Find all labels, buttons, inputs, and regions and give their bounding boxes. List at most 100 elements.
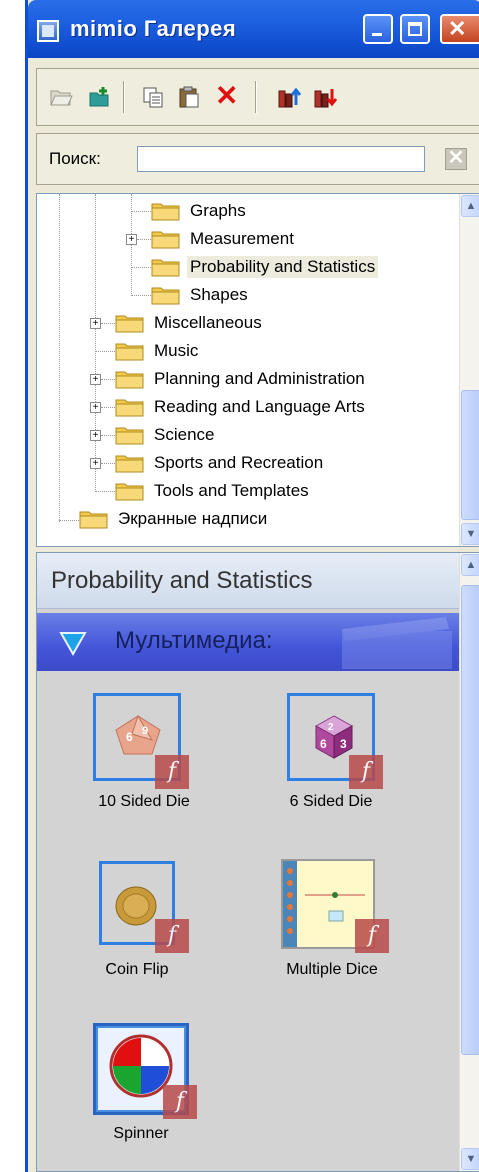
tree-item-label: Music [154, 341, 199, 360]
clear-search-button[interactable]: ✕ [445, 148, 467, 170]
tree-item-label: Measurement [190, 229, 294, 248]
scroll-down-button[interactable]: ▼ [461, 1148, 479, 1170]
tree-item-music[interactable]: Music [115, 338, 201, 364]
category-header: Probability and Statistics [37, 553, 459, 609]
gallery-item-coin-flip[interactable]: f Coin Flip [77, 861, 197, 981]
svg-text:6: 6 [320, 737, 327, 751]
chevron-up-icon: ▲ [465, 200, 477, 212]
flash-badge-icon: f [155, 919, 189, 953]
folder-icon [115, 343, 144, 361]
tree-item-planning-and-administration[interactable]: Planning and Administration [115, 366, 368, 392]
search-label: Поиск: [49, 149, 101, 168]
gallery-pane: Probability and Statistics Мультимедиа: … [36, 552, 479, 1172]
folder-icon [115, 399, 144, 417]
toolbar-separator [123, 81, 125, 113]
tree-item-sports-and-recreation[interactable]: Sports and Recreation [115, 450, 326, 476]
gallery-window: mimio Галерея ✕ ✕ Поиск: ✕ + + + + + + G… [25, 0, 479, 1172]
flash-badge-icon: f [349, 755, 383, 789]
toolbar: ✕ [36, 68, 479, 126]
tree-item-reading-and-language-arts[interactable]: Reading and Language Arts [115, 394, 368, 420]
tree-item-screen-captions[interactable]: Экранные надписи [79, 506, 270, 532]
flash-badge-icon: f [155, 755, 189, 789]
clapperboard-watermark-icon [342, 617, 452, 669]
tree-line [131, 211, 151, 212]
tree-scrollbar[interactable]: ▲ ▼ [459, 194, 479, 546]
tree-item-shapes[interactable]: Shapes [151, 282, 251, 308]
gallery-item-6-sided-die[interactable]: 2 6 3 f 6 Sided Die [267, 693, 387, 813]
gallery-scrollbar[interactable]: ▲ ▼ [459, 553, 479, 1171]
toolbar-separator [255, 81, 257, 113]
maximize-button[interactable] [400, 14, 430, 44]
tree-line [95, 491, 115, 492]
category-title: Probability and Statistics [51, 567, 313, 594]
tree-item-graphs[interactable]: Graphs [151, 198, 249, 224]
maximize-icon [408, 22, 422, 36]
search-bar: Поиск: ✕ [36, 133, 479, 185]
import-icon[interactable] [277, 85, 301, 109]
gallery-item-spinner[interactable]: f Spinner [77, 1023, 207, 1153]
scroll-up-button[interactable]: ▲ [461, 195, 479, 217]
delete-icon[interactable]: ✕ [215, 81, 238, 111]
copy-icon[interactable] [141, 85, 165, 109]
export-icon[interactable] [313, 85, 337, 109]
new-folder-icon[interactable] [87, 85, 111, 109]
tree-item-label: Graphs [190, 201, 246, 220]
tree-line [59, 194, 60, 522]
section-label: Мультимедиа: [115, 627, 273, 654]
expand-toggle[interactable]: + [90, 458, 101, 469]
item-label: 6 Sided Die [289, 793, 373, 810]
open-folder-icon[interactable] [49, 85, 73, 109]
scroll-up-button[interactable]: ▲ [461, 554, 479, 576]
scroll-thumb[interactable] [461, 390, 479, 520]
tree-item-label: Probability and Statistics [187, 256, 379, 278]
tree-item-measurement[interactable]: Measurement [151, 226, 297, 252]
window-title: mimio Галерея [70, 16, 237, 41]
item-label: Multiple Dice [286, 961, 378, 978]
close-icon: ✕ [448, 16, 467, 41]
gallery-item-multiple-dice[interactable]: f Multiple Dice [267, 853, 407, 983]
tree-item-science[interactable]: Science [115, 422, 217, 448]
close-button[interactable]: ✕ [440, 14, 479, 44]
svg-text:3: 3 [340, 737, 347, 751]
tree-line [131, 267, 151, 268]
expand-toggle[interactable]: + [90, 318, 101, 329]
expand-toggle[interactable]: + [90, 402, 101, 413]
folder-icon [151, 287, 180, 305]
tree-line [101, 435, 115, 436]
tree-line [131, 194, 132, 296]
tree-item-miscellaneous[interactable]: Miscellaneous [115, 310, 265, 336]
item-label: 10 Sided Die [98, 793, 190, 810]
tree-item-probability-and-statistics[interactable]: Probability and Statistics [151, 254, 379, 280]
tree-line [137, 239, 151, 240]
tree-line [59, 520, 79, 521]
svg-text:9: 9 [142, 725, 148, 737]
minimize-icon [372, 33, 382, 36]
tree-item-label: Tools and Templates [154, 481, 309, 500]
scroll-thumb[interactable] [461, 585, 479, 1055]
tree-item-label: Planning and Administration [154, 369, 365, 388]
folder-icon [151, 203, 180, 221]
gallery-item-10-sided-die[interactable]: 6 9 f 10 Sided Die [77, 693, 197, 813]
tree-item-tools-and-templates[interactable]: Tools and Templates [115, 478, 312, 504]
folder-icon [115, 427, 144, 445]
expand-toggle[interactable]: + [126, 234, 137, 245]
tree-item-label: Reading and Language Arts [154, 397, 365, 416]
chevron-down-icon: ▼ [465, 1153, 477, 1165]
tree-item-label: Sports and Recreation [154, 453, 324, 472]
flash-badge-icon: f [355, 919, 389, 953]
title-bar[interactable]: mimio Галерея ✕ [28, 0, 479, 58]
svg-text:2: 2 [328, 722, 334, 733]
expand-toggle[interactable]: + [90, 430, 101, 441]
folder-icon [115, 315, 144, 333]
clear-icon: ✕ [447, 147, 465, 169]
scroll-down-button[interactable]: ▼ [461, 523, 479, 545]
app-icon [37, 20, 59, 42]
minimize-button[interactable] [363, 14, 393, 44]
expand-toggle[interactable]: + [90, 374, 101, 385]
tree-item-label: Science [154, 425, 215, 444]
paste-icon[interactable] [177, 85, 201, 109]
multimedia-section-header[interactable]: Мультимедиа: [37, 613, 459, 671]
search-input[interactable] [137, 146, 425, 172]
tree-line [101, 323, 115, 324]
tree-item-label: Shapes [190, 285, 248, 304]
